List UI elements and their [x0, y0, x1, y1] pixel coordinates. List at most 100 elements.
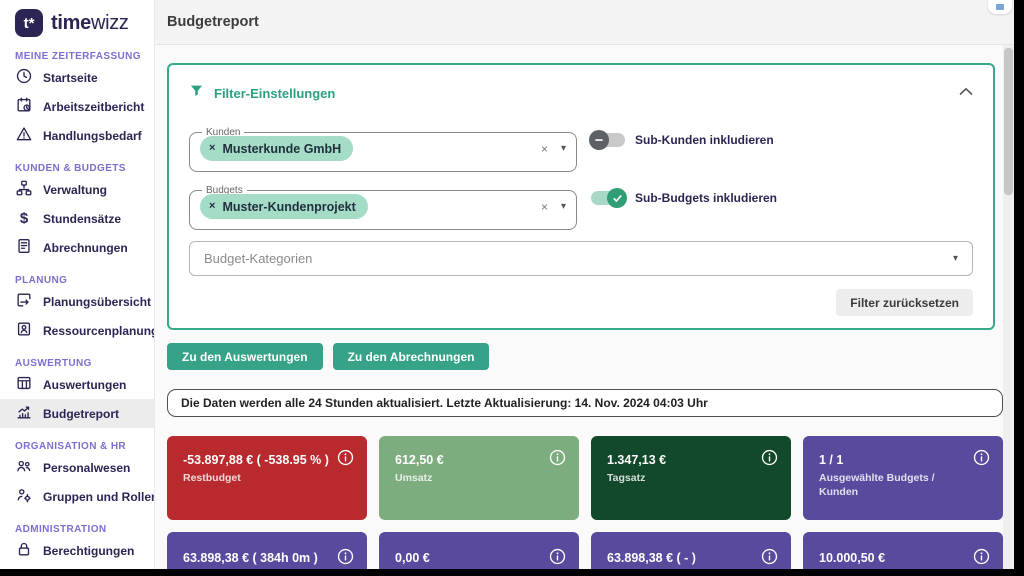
- dollar-icon: $: [15, 210, 33, 227]
- sidebar-item-stundensaetze[interactable]: $ Stundensätze: [0, 204, 154, 233]
- page-header: Budgetreport: [155, 0, 1024, 45]
- kunden-chip-row: × Musterkunde GmbH × ▾: [200, 136, 566, 161]
- card-label: Restbudget: [183, 471, 333, 486]
- card-ausgewaehlte-budgets: 1 / 1 Ausgewählte Budgets / Kunden: [803, 436, 1003, 520]
- sidebar-item-gruppen-rollen[interactable]: Gruppen und Rollen: [0, 482, 154, 511]
- chevron-down-icon[interactable]: ▾: [561, 201, 566, 212]
- brand-logo[interactable]: t* timewizz: [0, 0, 154, 45]
- card-label: Umsatz: [395, 471, 545, 486]
- subkunden-toggle-label: Sub-Kunden inkludieren: [635, 133, 774, 147]
- filter-row-kategorien: Budget-Kategorien ▾: [189, 243, 973, 276]
- sidebar-item-arbeitszeitbericht[interactable]: Arbeitszeitbericht: [0, 92, 154, 121]
- sidebar-item-abrechnungen[interactable]: Abrechnungen: [0, 233, 154, 262]
- filter-panel: Filter-Einstellungen Kunden ×Musterkunde…: [167, 63, 995, 330]
- brand-name-light: wizz: [91, 12, 129, 34]
- collapse-chevron-icon[interactable]: [959, 83, 973, 101]
- table-icon: [15, 374, 33, 395]
- sidebar-section-meine-zeiterfassung: MEINE ZEITERFASSUNG: [15, 51, 154, 63]
- invoice-icon: [15, 237, 33, 258]
- sidebar-item-ressourcenplanung[interactable]: Ressourcenplanung: [0, 316, 154, 345]
- chip-remove-icon[interactable]: ×: [209, 201, 215, 212]
- kunden-chip[interactable]: × Musterkunde GmbH: [200, 136, 353, 161]
- info-icon[interactable]: [973, 548, 990, 565]
- stat-cards-row1: -53.897,88 € ( -538.95 % ) Restbudget 61…: [167, 436, 1003, 520]
- toggle-off-minus-icon: [589, 130, 609, 150]
- sidebar-item-label: Personalwesen: [43, 461, 130, 475]
- brand-name: timewizz: [51, 12, 129, 35]
- info-icon[interactable]: [973, 449, 990, 466]
- zu-den-abrechnungen-button[interactable]: Zu den Abrechnungen: [333, 343, 490, 370]
- sidebar-item-label: Ressourcenplanung: [43, 324, 155, 338]
- update-notice: Die Daten werden alle 24 Stunden aktuali…: [167, 389, 1003, 417]
- info-icon[interactable]: [761, 548, 778, 565]
- info-icon[interactable]: [337, 548, 354, 565]
- scrollbar-thumb[interactable]: [1004, 48, 1013, 195]
- people-icon: [15, 457, 33, 478]
- filter-row-kunden: Kunden ×Musterkunde GmbH × ▾: [189, 127, 973, 172]
- info-icon[interactable]: [549, 449, 566, 466]
- clipboard-clock-icon: [15, 96, 33, 117]
- planning-board-icon: [15, 291, 33, 312]
- sidebar-item-auswertungen[interactable]: Auswertungen: [0, 370, 154, 399]
- sidebar-item-label: Auswertungen: [43, 378, 126, 392]
- clear-icon[interactable]: ×: [541, 200, 548, 214]
- filter-reset-row: Filter zurücksetzen: [189, 289, 973, 316]
- kunden-chip-label: Musterkunde GmbH: [222, 142, 341, 156]
- sidebar-item-label: Planungsübersicht: [43, 295, 151, 309]
- sidebar-item-planungsuebersicht[interactable]: Planungsübersicht: [0, 287, 154, 316]
- sidebar-item-verwaltung[interactable]: Verwaltung: [0, 175, 154, 204]
- card-label: Ausgewählte Budgets / Kunden: [819, 471, 969, 500]
- clock-icon: [15, 67, 33, 88]
- budgets-chip-label: Muster-Kundenprojekt: [222, 200, 355, 214]
- sidebar-item-startseite[interactable]: Startseite: [0, 63, 154, 92]
- card-tagsatz: 1.347,13 € Tagsatz: [591, 436, 791, 520]
- app-window: t* timewizz MEINE ZEITERFASSUNG Startsei…: [0, 0, 1024, 576]
- filter-reset-button[interactable]: Filter zurücksetzen: [836, 289, 973, 316]
- kunden-field-controls: × ▾: [541, 142, 566, 156]
- chip-remove-icon[interactable]: ×: [209, 143, 215, 154]
- info-icon[interactable]: [549, 548, 566, 565]
- sidebar-section-kunden-budgets: KUNDEN & BUDGETS: [15, 163, 154, 175]
- clear-icon[interactable]: ×: [541, 142, 548, 156]
- sidebar-item-label: Stundensätze: [43, 212, 121, 226]
- card-value: 612,50 €: [395, 451, 547, 470]
- chevron-down-icon[interactable]: ▾: [953, 253, 958, 264]
- info-icon[interactable]: [761, 449, 778, 466]
- sidebar-item-handlungsbedarf[interactable]: Handlungsbedarf: [0, 121, 154, 150]
- page-content: Filter-Einstellungen Kunden ×Musterkunde…: [155, 45, 1024, 576]
- sidebar-section-administration: ADMINISTRATION: [15, 524, 154, 536]
- subkunden-toggle[interactable]: [591, 133, 625, 147]
- sidebar-section-auswertung: AUSWERTUNG: [15, 358, 154, 370]
- screen-edge-right: [1014, 0, 1024, 576]
- card-value: 0,00 €: [395, 549, 547, 568]
- sidebar-item-label: Gruppen und Rollen: [43, 490, 155, 504]
- filter-funnel-icon: [189, 83, 204, 103]
- main-area: Budgetreport Filter-Einstellungen Kunden…: [155, 0, 1024, 576]
- subbudgets-toggle-label: Sub-Budgets inkludieren: [635, 191, 777, 205]
- budgets-field-controls: × ▾: [541, 200, 566, 214]
- zu-den-auswertungen-button[interactable]: Zu den Auswertungen: [167, 343, 323, 370]
- budgets-select[interactable]: Budgets ×Muster-Kundenprojekt × ▾: [189, 185, 577, 230]
- sidebar: t* timewizz MEINE ZEITERFASSUNG Startsei…: [0, 0, 155, 576]
- sidebar-item-berechtigungen[interactable]: Berechtigungen: [0, 536, 154, 565]
- kunden-select[interactable]: Kunden ×Musterkunde GmbH × ▾: [189, 127, 577, 172]
- sidebar-item-budgetreport[interactable]: Budgetreport: [0, 399, 154, 428]
- action-row: Zu den Auswertungen Zu den Abrechnungen: [167, 343, 1012, 370]
- chevron-down-icon[interactable]: ▾: [561, 143, 566, 154]
- subbudgets-toggle[interactable]: [591, 191, 625, 205]
- card-label: Tagsatz: [607, 471, 757, 486]
- page-title: Budgetreport: [167, 14, 259, 30]
- sidebar-item-personalwesen[interactable]: Personalwesen: [0, 453, 154, 482]
- budgets-chip[interactable]: × Muster-Kundenprojekt: [200, 194, 368, 219]
- filter-panel-title: Filter-Einstellungen: [214, 86, 335, 101]
- budget-kategorien-select[interactable]: Budget-Kategorien ▾: [189, 241, 973, 276]
- sidebar-item-label: Verwaltung: [43, 183, 107, 197]
- logo-mark-icon: t*: [15, 9, 43, 37]
- brand-name-bold: time: [51, 12, 91, 34]
- bar-chart-icon: [15, 403, 33, 424]
- warning-triangle-icon: [15, 125, 33, 146]
- info-icon[interactable]: [337, 449, 354, 466]
- card-value: 63.898,38 € ( - ): [607, 549, 759, 568]
- budget-kategorien-placeholder: Budget-Kategorien: [204, 251, 312, 266]
- card-value: 63.898,38 € ( 384h 0m ): [183, 549, 335, 568]
